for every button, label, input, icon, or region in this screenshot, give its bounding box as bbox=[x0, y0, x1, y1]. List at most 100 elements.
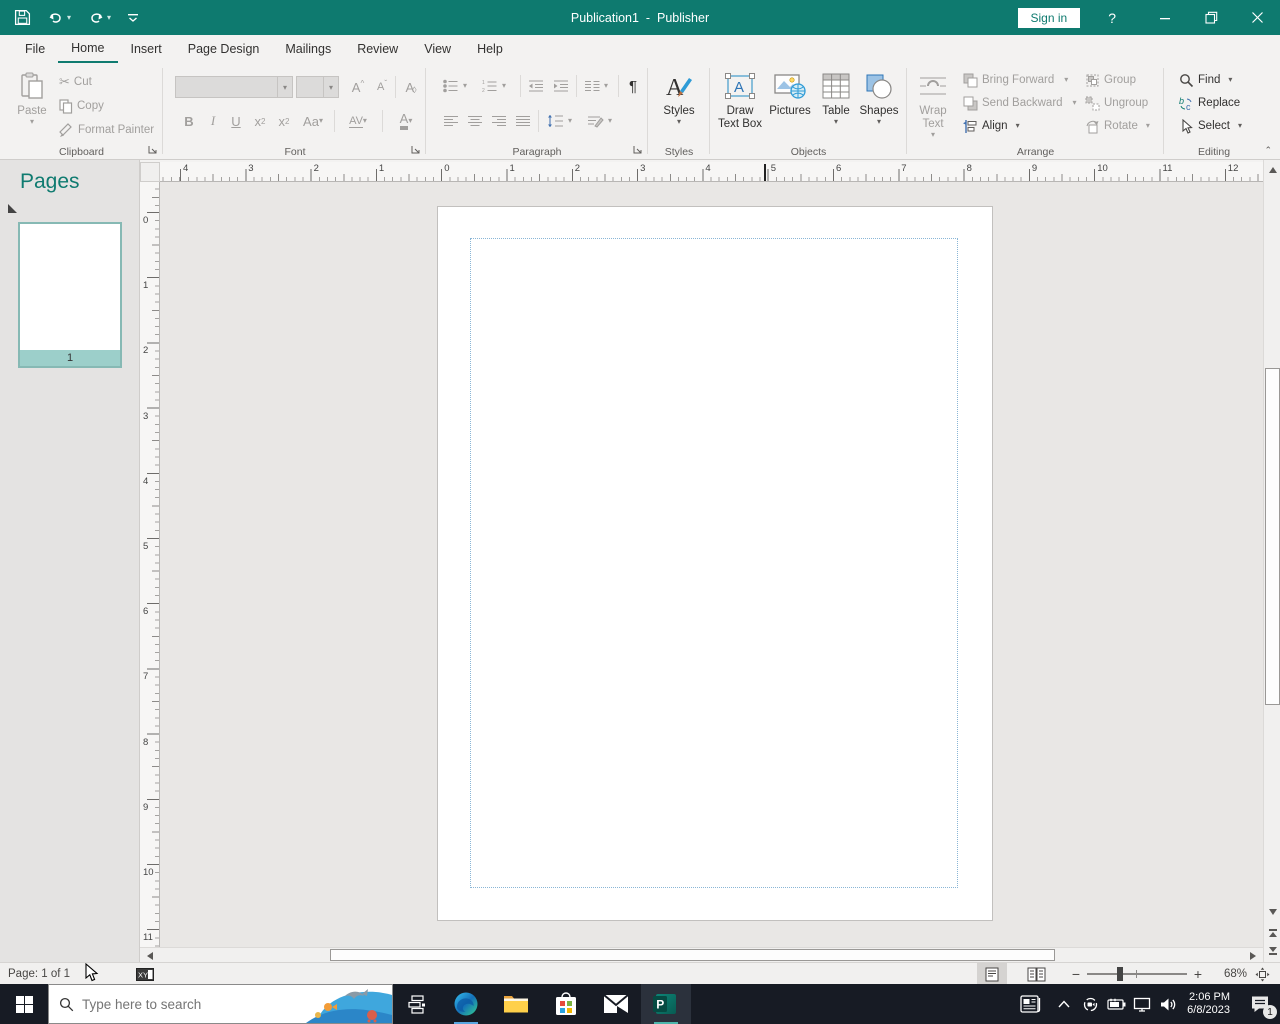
ungroup-button[interactable]: Ungroup bbox=[1082, 92, 1151, 114]
group-button[interactable]: Group bbox=[1082, 69, 1139, 91]
find-button[interactable]: Find ▾ bbox=[1176, 69, 1235, 91]
clear-formatting-button[interactable]: A ◊ bbox=[400, 76, 422, 98]
minimize-button[interactable] bbox=[1142, 0, 1188, 35]
table-dropdown-icon[interactable]: ▾ bbox=[834, 118, 838, 126]
grow-font-button[interactable]: A ^ bbox=[347, 76, 369, 98]
volume-icon[interactable] bbox=[1155, 984, 1181, 1024]
table-button[interactable]: Table ▾ bbox=[816, 66, 856, 126]
pages-collapse-icon[interactable] bbox=[8, 204, 17, 213]
styles-button[interactable]: A Styles ▾ bbox=[657, 66, 701, 126]
font-size-dropdown-icon[interactable]: ▾ bbox=[323, 77, 338, 97]
help-icon[interactable]: ? bbox=[1108, 10, 1116, 26]
previous-page-button[interactable] bbox=[1265, 923, 1280, 941]
tab-page-design[interactable]: Page Design bbox=[175, 35, 273, 63]
page-indicator[interactable]: Page: 1 of 1 bbox=[8, 968, 70, 980]
align-button[interactable]: Align ▾ bbox=[960, 115, 1023, 137]
task-view-button[interactable] bbox=[393, 984, 441, 1024]
cut-button[interactable]: ✂ Cut bbox=[56, 71, 95, 93]
line-spacing-button[interactable]: ▾ bbox=[544, 110, 575, 132]
network-icon[interactable] bbox=[1129, 984, 1155, 1024]
paste-dropdown-icon[interactable]: ▾ bbox=[30, 118, 34, 126]
increase-indent-button[interactable] bbox=[550, 75, 572, 97]
zoom-slider-thumb[interactable] bbox=[1117, 967, 1123, 981]
collapse-ribbon-icon[interactable]: ⌃ bbox=[1264, 145, 1272, 156]
rotate-button[interactable]: Rotate ▾ bbox=[1082, 115, 1153, 137]
two-page-spread-button[interactable] bbox=[1021, 963, 1051, 985]
underline-button[interactable]: U bbox=[225, 110, 247, 132]
italic-button[interactable]: I bbox=[202, 110, 224, 132]
tab-mailings[interactable]: Mailings bbox=[272, 35, 344, 63]
meet-now-icon[interactable] bbox=[1077, 984, 1103, 1024]
paragraph-dialog-launcher-icon[interactable] bbox=[633, 145, 645, 157]
search-highlight-image[interactable] bbox=[306, 985, 392, 1023]
wrap-text-dropdown-icon[interactable]: ▾ bbox=[931, 131, 935, 139]
copy-button[interactable]: Copy bbox=[56, 95, 107, 117]
special-characters-button[interactable]: ¶ bbox=[622, 75, 644, 97]
vertical-ruler[interactable]: 0 1 2 3 4 5 6 7 8 9 10 11 bbox=[140, 182, 160, 947]
customize-qat-icon[interactable] bbox=[127, 12, 139, 24]
hidden-icons-chevron[interactable] bbox=[1051, 984, 1077, 1024]
taskbar-mail-icon[interactable] bbox=[591, 984, 641, 1024]
news-widget-icon[interactable] bbox=[1011, 984, 1051, 1024]
tab-help[interactable]: Help bbox=[464, 35, 516, 63]
battery-icon[interactable] bbox=[1103, 984, 1129, 1024]
start-button[interactable] bbox=[0, 984, 48, 1024]
undo-dropdown-icon[interactable]: ▾ bbox=[67, 13, 71, 22]
scroll-left-button[interactable] bbox=[142, 949, 158, 962]
taskbar-store-icon[interactable] bbox=[541, 984, 591, 1024]
vertical-scrollbar[interactable] bbox=[1263, 160, 1280, 962]
clipboard-dialog-launcher-icon[interactable] bbox=[148, 145, 160, 157]
object-position-icon[interactable]: XY bbox=[136, 967, 155, 981]
font-name-dropdown-icon[interactable]: ▾ bbox=[277, 77, 292, 97]
zoom-percent[interactable]: 68% bbox=[1209, 968, 1247, 980]
font-name-combobox[interactable]: ▾ bbox=[175, 76, 293, 98]
publication-page[interactable] bbox=[437, 206, 993, 921]
align-left-button[interactable] bbox=[440, 110, 462, 132]
wrap-text-button[interactable]: Wrap Text ▾ bbox=[912, 66, 954, 139]
notification-center-icon[interactable]: 1 bbox=[1240, 984, 1280, 1024]
draw-text-box-button[interactable]: A Draw Text Box bbox=[716, 66, 764, 131]
bullets-button[interactable]: ▾ bbox=[440, 75, 470, 97]
bold-button[interactable]: B bbox=[178, 110, 200, 132]
bring-forward-button[interactable]: Bring Forward ▾ bbox=[960, 69, 1071, 91]
fit-page-icon[interactable] bbox=[1255, 967, 1270, 982]
page-thumbnail[interactable]: 1 bbox=[18, 222, 122, 368]
format-painter-button[interactable]: Format Painter bbox=[56, 119, 157, 141]
redo-button[interactable]: ▾ bbox=[87, 9, 111, 27]
sign-in-button[interactable]: Sign in bbox=[1017, 7, 1081, 28]
zoom-out-button[interactable]: − bbox=[1065, 966, 1087, 982]
pictures-button[interactable]: Pictures bbox=[766, 66, 814, 118]
search-input[interactable] bbox=[74, 996, 306, 1012]
scroll-up-button[interactable] bbox=[1265, 162, 1280, 178]
numbering-button[interactable]: 1 2 ▾ bbox=[479, 75, 509, 97]
next-page-button[interactable] bbox=[1265, 942, 1280, 960]
send-backward-button[interactable]: Send Backward ▾ bbox=[960, 92, 1080, 114]
superscript-button[interactable]: x2 bbox=[273, 110, 295, 132]
select-button[interactable]: Select ▾ bbox=[1176, 115, 1245, 137]
vertical-scroll-thumb[interactable] bbox=[1265, 368, 1280, 705]
styles-dropdown-icon[interactable]: ▾ bbox=[677, 118, 681, 126]
shapes-dropdown-icon[interactable]: ▾ bbox=[877, 118, 881, 126]
close-button[interactable] bbox=[1234, 0, 1280, 35]
change-case-button[interactable]: Aa ▾ bbox=[297, 110, 329, 132]
align-right-button[interactable] bbox=[488, 110, 510, 132]
tab-insert[interactable]: Insert bbox=[118, 35, 175, 63]
save-icon[interactable] bbox=[14, 9, 31, 26]
paste-button[interactable]: Paste ▾ bbox=[10, 66, 54, 126]
replace-button[interactable]: bc Replace bbox=[1176, 92, 1243, 114]
character-spacing-button[interactable]: AV ▾ bbox=[340, 110, 376, 132]
single-page-view-button[interactable] bbox=[977, 963, 1007, 985]
font-size-combobox[interactable]: ▾ bbox=[296, 76, 339, 98]
taskbar-search[interactable] bbox=[48, 984, 393, 1024]
tab-file[interactable]: File bbox=[12, 35, 58, 63]
decrease-indent-button[interactable] bbox=[525, 75, 547, 97]
undo-button[interactable]: ▾ bbox=[47, 9, 71, 27]
font-dialog-launcher-icon[interactable] bbox=[411, 145, 423, 157]
horizontal-scrollbar[interactable] bbox=[140, 947, 1263, 962]
horizontal-ruler[interactable]: 4 3 2 1 0 1 2 3 4 5 6 7 8 9 10 11 12 bbox=[160, 162, 1263, 182]
zoom-in-button[interactable]: + bbox=[1187, 966, 1209, 982]
subscript-button[interactable]: x2 bbox=[249, 110, 271, 132]
taskbar-file-explorer-icon[interactable] bbox=[491, 984, 541, 1024]
shrink-font-button[interactable]: Aˇ bbox=[371, 76, 393, 98]
scroll-down-button[interactable] bbox=[1265, 904, 1280, 920]
